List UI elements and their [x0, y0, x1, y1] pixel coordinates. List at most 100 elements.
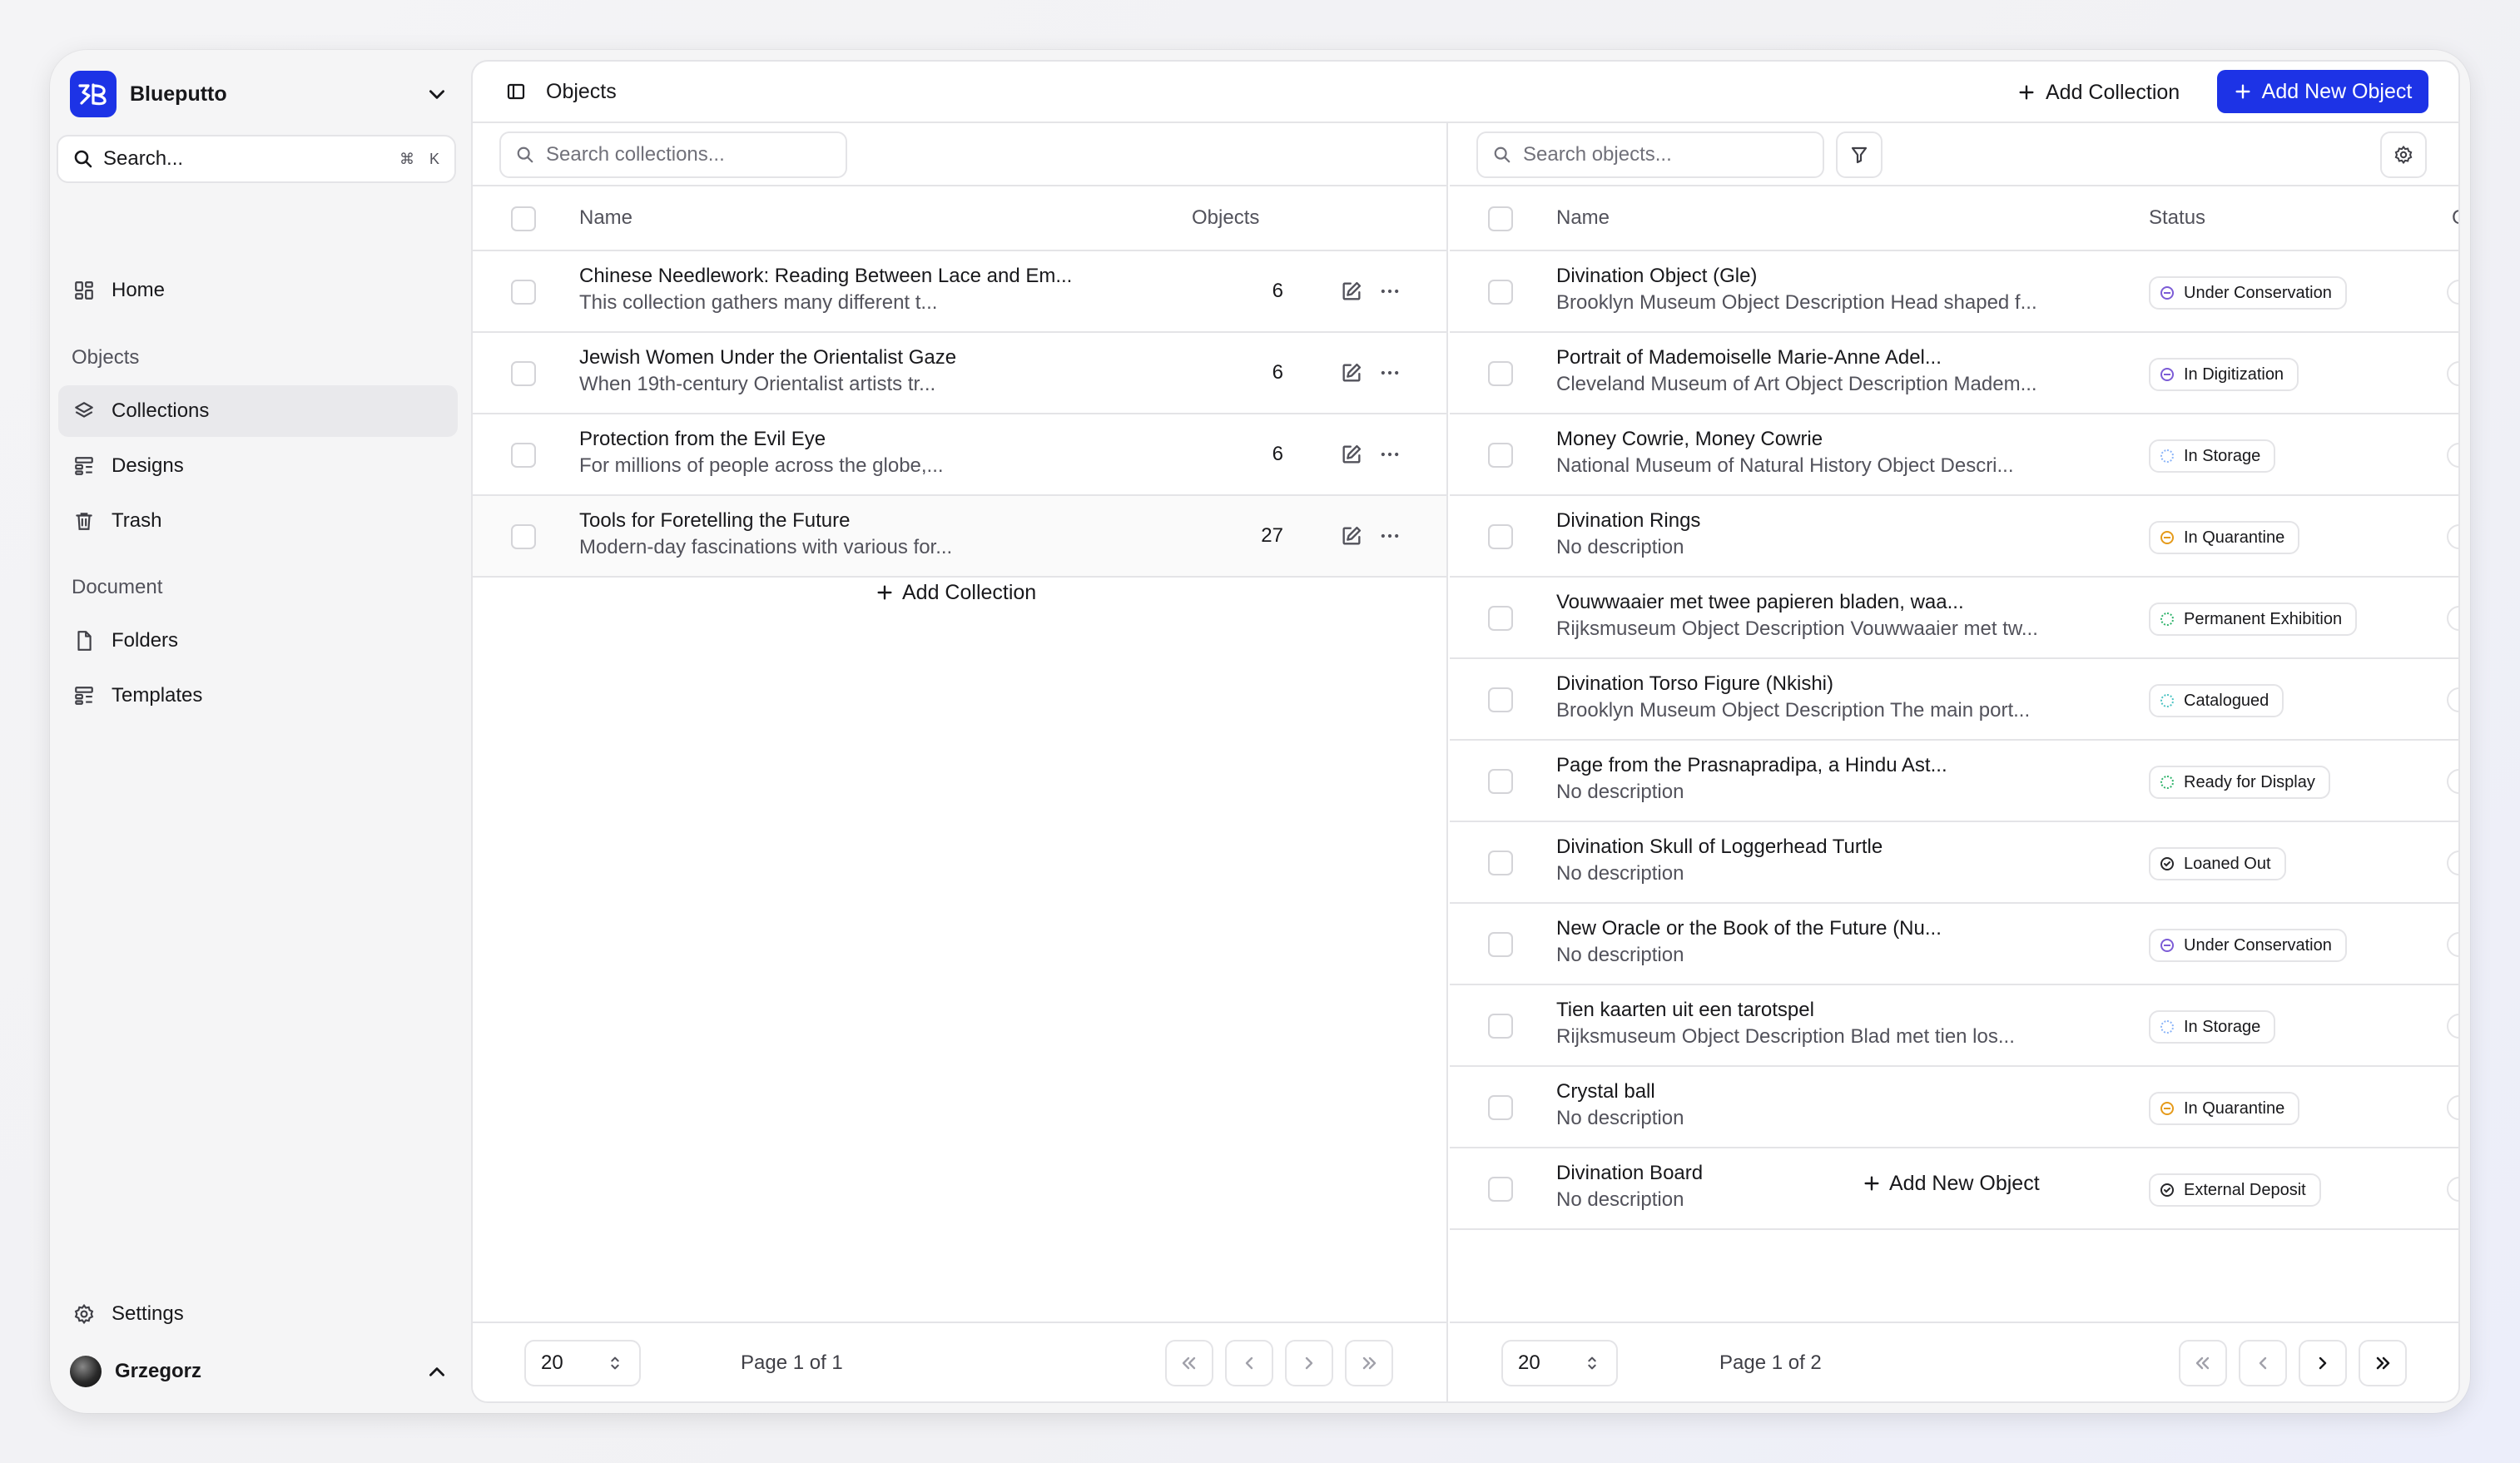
table-row[interactable]: Jewish Women Under the Orientalist Gaze W…: [473, 333, 1446, 414]
row-checkbox[interactable]: [1488, 932, 1513, 957]
table-row[interactable]: Divination Skull of Loggerhead Turtle No …: [1450, 822, 2458, 904]
table-row[interactable]: Crystal ball No description In Quarantine: [1450, 1067, 2458, 1148]
sidebar-item-designs[interactable]: Designs: [58, 440, 458, 492]
add-collection-row-button[interactable]: Add Collection: [876, 576, 1036, 609]
table-row[interactable]: Page from the Prasnapradipa, a Hindu Ast…: [1450, 741, 2458, 822]
object-name[interactable]: New Oracle or the Book of the Future (Nu…: [1556, 917, 1942, 940]
table-row[interactable]: Tools for Foretelling the Future Modern-d…: [473, 496, 1446, 578]
collection-name[interactable]: Chinese Needlework: Reading Between Lace…: [579, 265, 1072, 288]
object-name[interactable]: Money Cowrie, Money Cowrie: [1556, 428, 1823, 451]
column-header-truncated[interactable]: C: [2452, 206, 2458, 230]
row-checkbox[interactable]: [1488, 769, 1513, 794]
status-badge[interactable]: Permanent Exhibition: [2149, 603, 2358, 636]
status-badge[interactable]: Under Conservation: [2149, 276, 2347, 310]
object-name[interactable]: Portrait of Mademoiselle Marie-Anne Adel…: [1556, 346, 1942, 369]
collections-search-input[interactable]: Search collections...: [499, 131, 847, 178]
row-checkbox[interactable]: [1488, 443, 1513, 468]
sidebar-item-settings[interactable]: Settings: [58, 1288, 458, 1340]
status-badge[interactable]: In Storage: [2149, 439, 2276, 473]
global-search[interactable]: Search... ⌘ K: [57, 135, 456, 183]
row-checkbox[interactable]: [511, 524, 536, 549]
row-checkbox[interactable]: [1488, 851, 1513, 875]
row-checkbox[interactable]: [511, 361, 536, 386]
object-name[interactable]: Vouwwaaier met twee papieren bladen, waa…: [1556, 591, 1964, 614]
column-header-objects[interactable]: Objects: [1192, 206, 1259, 230]
status-badge[interactable]: Loaned Out: [2149, 847, 2286, 880]
table-row[interactable]: Divination Object (Gle) Brooklyn Museum O…: [1450, 251, 2458, 333]
collection-name[interactable]: Protection from the Evil Eye: [579, 428, 826, 451]
object-name[interactable]: Divination Board: [1556, 1162, 1703, 1185]
next-page-button[interactable]: [2299, 1340, 2347, 1386]
sidebar-item-home[interactable]: Home: [58, 265, 458, 316]
object-name[interactable]: Divination Object (Gle): [1556, 265, 1757, 288]
more-options-icon[interactable]: [1378, 361, 1401, 384]
table-row[interactable]: Money Cowrie, Money Cowrie National Museu…: [1450, 414, 2458, 496]
row-checkbox[interactable]: [1488, 687, 1513, 712]
more-options-icon[interactable]: [1378, 524, 1401, 548]
first-page-button[interactable]: [1165, 1340, 1213, 1386]
last-page-button[interactable]: [1345, 1340, 1393, 1386]
sidebar-item-trash[interactable]: Trash: [58, 495, 458, 547]
status-badge[interactable]: External Deposit: [2149, 1173, 2321, 1207]
status-badge[interactable]: Ready for Display: [2149, 766, 2330, 799]
sidebar-toggle-icon[interactable]: [506, 82, 526, 102]
filter-button[interactable]: [1836, 131, 1883, 178]
user-menu[interactable]: Grzegorz: [70, 1348, 463, 1395]
select-all-checkbox[interactable]: [1488, 206, 1513, 231]
edit-icon[interactable]: [1340, 361, 1363, 384]
more-options-icon[interactable]: [1378, 280, 1401, 303]
row-checkbox[interactable]: [1488, 280, 1513, 305]
edit-icon[interactable]: [1340, 524, 1363, 548]
row-checkbox[interactable]: [1488, 1095, 1513, 1120]
column-header-name[interactable]: Name: [1556, 206, 1610, 230]
row-checkbox[interactable]: [1488, 606, 1513, 631]
add-new-object-button[interactable]: Add New Object: [2217, 70, 2428, 113]
status-badge[interactable]: In Quarantine: [2149, 1092, 2300, 1125]
row-checkbox[interactable]: [1488, 1177, 1513, 1202]
next-page-button[interactable]: [1285, 1340, 1333, 1386]
table-row[interactable]: Protection from the Evil Eye For millions…: [473, 414, 1446, 496]
select-all-checkbox[interactable]: [511, 206, 536, 231]
table-row[interactable]: New Oracle or the Book of the Future (Nu…: [1450, 904, 2458, 985]
object-name[interactable]: Divination Torso Figure (Nkishi): [1556, 672, 1833, 696]
prev-page-button[interactable]: [1225, 1340, 1273, 1386]
sidebar-item-folders[interactable]: Folders: [58, 615, 458, 667]
row-checkbox[interactable]: [1488, 1014, 1513, 1039]
table-row[interactable]: Divination Torso Figure (Nkishi) Brooklyn…: [1450, 659, 2458, 741]
status-badge[interactable]: In Digitization: [2149, 358, 2299, 391]
row-checkbox[interactable]: [1488, 361, 1513, 386]
table-row[interactable]: Portrait of Mademoiselle Marie-Anne Adel…: [1450, 333, 2458, 414]
row-checkbox[interactable]: [1488, 524, 1513, 549]
table-settings-button[interactable]: [2380, 131, 2427, 178]
first-page-button[interactable]: [2179, 1340, 2227, 1386]
collection-name[interactable]: Jewish Women Under the Orientalist Gaze: [579, 346, 956, 369]
page-size-select[interactable]: 20: [524, 1340, 641, 1386]
object-name[interactable]: Divination Rings: [1556, 509, 1700, 533]
table-row[interactable]: Divination Rings No description In Quarant…: [1450, 496, 2458, 578]
workspace-switcher[interactable]: Blueputto: [70, 65, 463, 123]
table-row[interactable]: Chinese Needlework: Reading Between Lace…: [473, 251, 1446, 333]
add-collection-button[interactable]: Add Collection: [2002, 72, 2195, 113]
add-new-object-row-button[interactable]: Add New Object: [1863, 1167, 2040, 1200]
prev-page-button[interactable]: [2239, 1340, 2287, 1386]
table-row[interactable]: Vouwwaaier met twee papieren bladen, waa…: [1450, 578, 2458, 659]
status-badge[interactable]: Catalogued: [2149, 684, 2284, 717]
collection-name[interactable]: Tools for Foretelling the Future: [579, 509, 851, 533]
object-name[interactable]: Page from the Prasnapradipa, a Hindu Ast…: [1556, 754, 1947, 777]
object-name[interactable]: Tien kaarten uit een tarotspel: [1556, 999, 1814, 1022]
status-badge[interactable]: In Storage: [2149, 1010, 2276, 1044]
table-row[interactable]: Tien kaarten uit een tarotspel Rijksmuseu…: [1450, 985, 2458, 1067]
objects-search-input[interactable]: Search objects...: [1476, 131, 1824, 178]
column-header-name[interactable]: Name: [579, 206, 632, 230]
sidebar-item-collections[interactable]: Collections: [58, 385, 458, 437]
object-name[interactable]: Crystal ball: [1556, 1080, 1655, 1103]
status-badge[interactable]: Under Conservation: [2149, 929, 2347, 962]
edit-icon[interactable]: [1340, 280, 1363, 303]
column-header-status[interactable]: Status: [2149, 206, 2205, 230]
status-badge[interactable]: In Quarantine: [2149, 521, 2300, 554]
more-options-icon[interactable]: [1378, 443, 1401, 466]
row-checkbox[interactable]: [511, 443, 536, 468]
sidebar-item-templates[interactable]: Templates: [58, 670, 458, 722]
edit-icon[interactable]: [1340, 443, 1363, 466]
page-size-select[interactable]: 20: [1501, 1340, 1618, 1386]
